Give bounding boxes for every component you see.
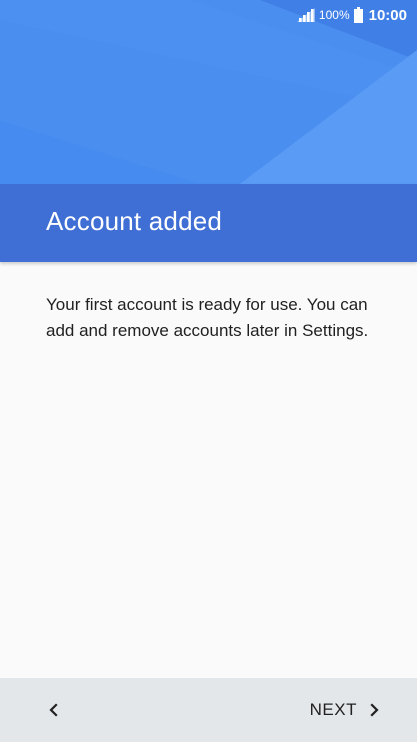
bottom-navigation-bar: NEXT: [0, 678, 417, 742]
account-added-message: Your first account is ready for use. You…: [46, 295, 369, 340]
page-title: Account added: [46, 206, 223, 236]
battery-percent: 100%: [318, 8, 350, 22]
status-clock: 10:00: [368, 6, 407, 24]
chevron-left-icon: [49, 703, 58, 717]
status-bar: 100% 10:00: [0, 0, 417, 30]
next-button[interactable]: NEXT: [310, 692, 379, 728]
signal-icon: [296, 8, 315, 22]
back-button[interactable]: [36, 692, 72, 728]
title-band: Account added: [0, 184, 417, 262]
next-button-label: NEXT: [309, 700, 357, 719]
chevron-right-icon: [370, 703, 379, 717]
battery-icon: [353, 7, 363, 23]
